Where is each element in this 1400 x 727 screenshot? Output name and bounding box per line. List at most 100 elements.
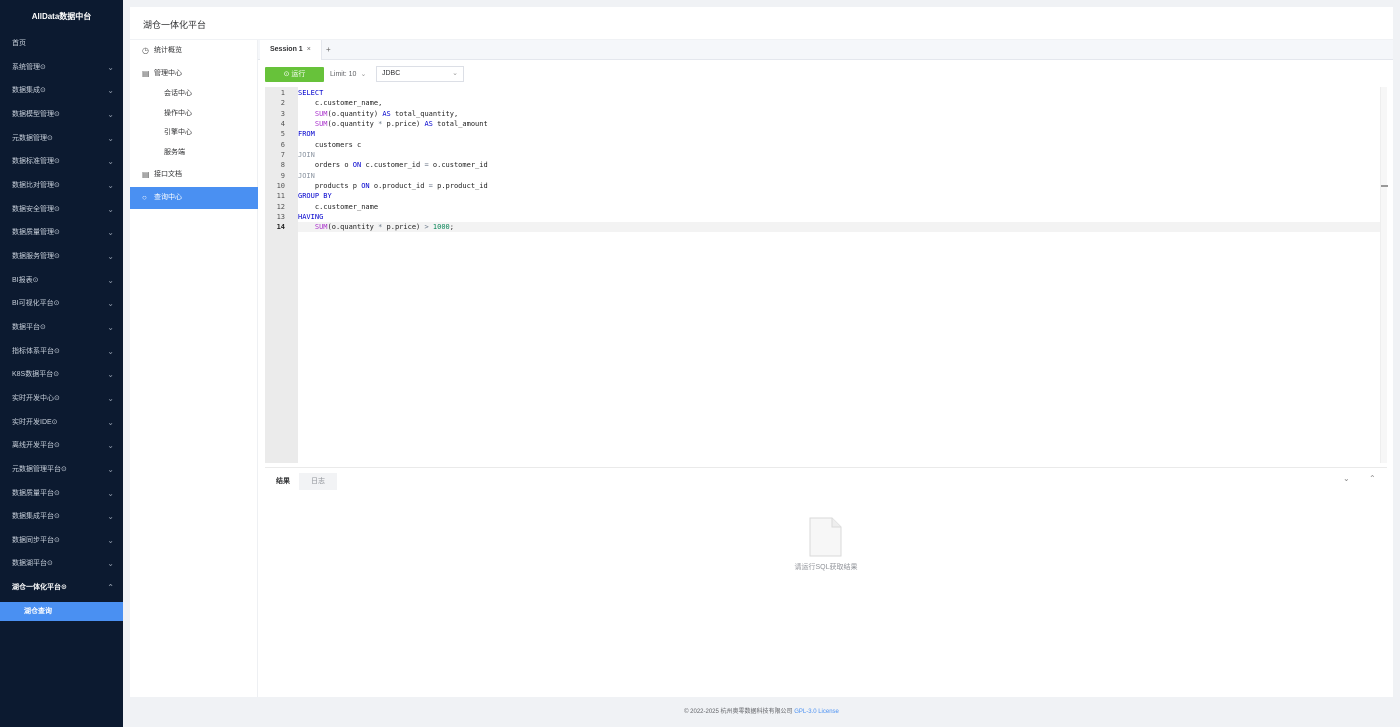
editor-scrollbar[interactable] xyxy=(1380,87,1388,463)
clock-icon: ◷ xyxy=(142,46,149,55)
chevron-down-icon: ⌄ xyxy=(107,347,114,356)
chevron-down-icon: ⌄ xyxy=(107,157,114,166)
chevron-down-icon: ⌄ xyxy=(107,228,114,237)
nav-item-integration-platform[interactable]: 数据集成平台⊙ ⌄ xyxy=(0,507,123,527)
main-panel: ◷ 统计概览 ▤ 管理中心 会话中心 操作中心 引擎中心 服务端 ▤ 接口文档 … xyxy=(130,40,1393,697)
nav-item-bi-visual[interactable]: BI可视化平台⊙ ⌄ xyxy=(0,294,123,314)
code-line: GROUP BY xyxy=(298,192,332,200)
close-icon[interactable]: × xyxy=(307,46,311,53)
page-title: 湖仓一体化平台 xyxy=(143,20,207,30)
chevron-down-icon: ⌄ xyxy=(107,559,114,568)
license-link[interactable]: GPL-3.0 License xyxy=(794,709,839,715)
chevron-down-icon: ⌄ xyxy=(107,299,114,308)
chevron-down-icon: ⌄ xyxy=(107,512,114,521)
chevron-down-icon: ⌄ xyxy=(107,323,114,332)
code-line: SELECT xyxy=(298,89,324,97)
play-icon: ⊙ xyxy=(283,71,290,78)
chevron-down-icon: ⌄ xyxy=(107,252,114,261)
code-line: HAVING xyxy=(298,213,324,221)
chevron-up-icon: ⌃ xyxy=(107,583,114,592)
nav-item-metadata[interactable]: 元数据管理⊙ ⌄ xyxy=(0,129,123,149)
nav-item-standard[interactable]: 数据标准管理⊙ ⌄ xyxy=(0,152,123,172)
menu-item-api-docs[interactable]: ▤ 接口文档 xyxy=(130,164,258,186)
chevron-down-icon: ⌄ xyxy=(107,394,114,403)
chevron-down-icon: ⌄ xyxy=(107,181,114,190)
nav-item-lake-platform[interactable]: 数据湖平台⊙ ⌄ xyxy=(0,554,123,574)
code-line: FROM xyxy=(298,130,315,138)
code-line: SUM(o.quantity) AS total_quantity, xyxy=(314,110,459,118)
code-line: SUM(o.quantity * p.price) AS total_amoun… xyxy=(314,120,488,128)
code-area[interactable]: SELECT c.customer_name, SUM(o.quantity) … xyxy=(298,87,1380,463)
chevron-down-icon: ⌄ xyxy=(107,370,114,379)
chevron-down-icon: ⌄ xyxy=(107,441,114,450)
chevron-down-icon: ⌄ xyxy=(107,536,114,545)
menu-item-overview[interactable]: ◷ 统计概览 xyxy=(130,40,258,62)
chevron-up-icon[interactable]: ⌃ xyxy=(1369,474,1376,483)
nav-item-lakehouse[interactable]: 湖仓一体化平台⊙ ⌃ xyxy=(0,578,123,598)
circle-icon: ○ xyxy=(142,193,147,202)
code-line: customers c xyxy=(298,141,362,149)
chevron-down-icon: ⌄ xyxy=(107,489,114,498)
code-line: JOIN xyxy=(298,172,315,180)
nav-item-sync-platform[interactable]: 数据同步平台⊙ ⌄ xyxy=(0,531,123,551)
brand-title: AllData数据中台 xyxy=(31,12,92,21)
nav-item-data-platform[interactable]: 数据平台⊙ ⌄ xyxy=(0,318,123,338)
empty-file-icon xyxy=(809,517,842,557)
document-icon: ▤ xyxy=(142,69,150,78)
menu-subitem-operation[interactable]: 操作中心 xyxy=(130,105,258,123)
code-line: orders o ON c.customer_id = o.customer_i… xyxy=(298,161,488,169)
nav-item-home[interactable]: 首页 xyxy=(0,34,123,54)
footer: © 2022-2025 杭州奥零数据科技有限公司 GPL-3.0 License xyxy=(130,706,1393,715)
sidebar: AllData数据中台 首页 系统管理⊙ ⌄ 数据集成⊙ ⌄ 数据模型管理⊙ ⌄ 元数… xyxy=(0,0,123,727)
menu-subitem-engine[interactable]: 引擎中心 xyxy=(130,124,258,142)
nav-item-model[interactable]: 数据模型管理⊙ ⌄ xyxy=(0,105,123,125)
nav-item-system[interactable]: 系统管理⊙ ⌄ xyxy=(0,58,123,78)
copyright-text: © 2022-2025 杭州奥零数据科技有限公司 xyxy=(684,709,793,715)
run-button[interactable]: ⊙ 运行 xyxy=(265,67,324,82)
code-line: c.customer_name, xyxy=(298,99,383,107)
lakehouse-menu: ◷ 统计概览 ▤ 管理中心 会话中心 操作中心 引擎中心 服务端 ▤ 接口文档 … xyxy=(130,40,258,697)
limit-select[interactable]: Limit: 10 ⌄ xyxy=(330,67,366,82)
document-icon: ▤ xyxy=(142,170,150,179)
nav-item-security[interactable]: 数据安全管理⊙ ⌄ xyxy=(0,200,123,220)
nav-item-offline[interactable]: 离线开发平台⊙ ⌄ xyxy=(0,436,123,456)
nav-item-compare[interactable]: 数据比对管理⊙ ⌄ xyxy=(0,176,123,196)
chevron-down-icon: ⌄ xyxy=(107,86,114,95)
code-line: JOIN xyxy=(298,151,315,159)
tab-log[interactable]: 日志 xyxy=(299,473,337,490)
menu-subitem-session[interactable]: 会话中心 xyxy=(130,85,258,103)
nav-item-service[interactable]: 数据服务管理⊙ ⌄ xyxy=(0,247,123,267)
nav-item-bi-report[interactable]: BI报表⊙ ⌄ xyxy=(0,271,123,291)
chevron-down-icon: ⌄ xyxy=(107,205,114,214)
code-line: c.customer_name xyxy=(298,203,379,211)
nav-item-integration[interactable]: 数据集成⊙ ⌄ xyxy=(0,81,123,101)
engine-select[interactable]: JDBC ⌄ xyxy=(376,66,464,82)
nav-item-quality[interactable]: 数据质量管理⊙ ⌄ xyxy=(0,223,123,243)
query-workspace: Session 1 × + ⊙ 运行 Limit: 10 ⌄ JDBC ⌄ 1 2 3… xyxy=(258,40,1393,697)
nav-item-realtime-center[interactable]: 实时开发中心⊙ ⌄ xyxy=(0,389,123,409)
tab-session-1[interactable]: Session 1 × xyxy=(260,40,322,60)
empty-result-text: 请运行SQL获取结果 xyxy=(794,564,858,571)
chevron-down-icon: ⌄ xyxy=(107,134,114,143)
tab-result[interactable]: 结果 xyxy=(267,473,299,490)
menu-item-management[interactable]: ▤ 管理中心 xyxy=(130,63,258,85)
nav-item-k8s[interactable]: K8S数据平台⊙ ⌄ xyxy=(0,365,123,385)
results-panel: 结果 日志 ⌄ ⌃ 请运行SQL获取结果 xyxy=(265,467,1387,593)
nav-item-metrics[interactable]: 指标体系平台⊙ ⌄ xyxy=(0,342,123,362)
nav-item-quality-platform[interactable]: 数据质量平台⊙ ⌄ xyxy=(0,484,123,504)
line-number-gutter: 1 2 3 4 5 6 7 8 9 10 11 12 13 14 xyxy=(265,87,298,463)
menu-item-query-center[interactable]: ○ 查询中心 xyxy=(130,187,258,209)
menu-subitem-server[interactable]: 服务端 xyxy=(130,144,258,162)
session-tabbar: Session 1 × + xyxy=(258,40,1393,60)
chevron-down-icon: ⌄ xyxy=(107,110,114,119)
add-tab-button[interactable]: + xyxy=(326,40,331,60)
chevron-down-icon: ⌄ xyxy=(107,276,114,285)
nav-subitem-lakehouse-query[interactable]: 湖仓查询 xyxy=(0,602,123,621)
nav-item-metadata-platform[interactable]: 元数据管理平台⊙ ⌄ xyxy=(0,460,123,480)
nav-item-realtime-ide[interactable]: 实时开发IDE⊙ ⌄ xyxy=(0,413,123,433)
sql-editor[interactable]: 1 2 3 4 5 6 7 8 9 10 11 12 13 14 SELECT … xyxy=(265,87,1388,463)
chevron-down-icon: ⌄ xyxy=(107,63,114,72)
chevron-down-icon: ⌄ xyxy=(107,465,114,474)
chevron-down-icon: ⌄ xyxy=(107,418,114,427)
chevron-down-icon[interactable]: ⌄ xyxy=(1343,474,1350,483)
